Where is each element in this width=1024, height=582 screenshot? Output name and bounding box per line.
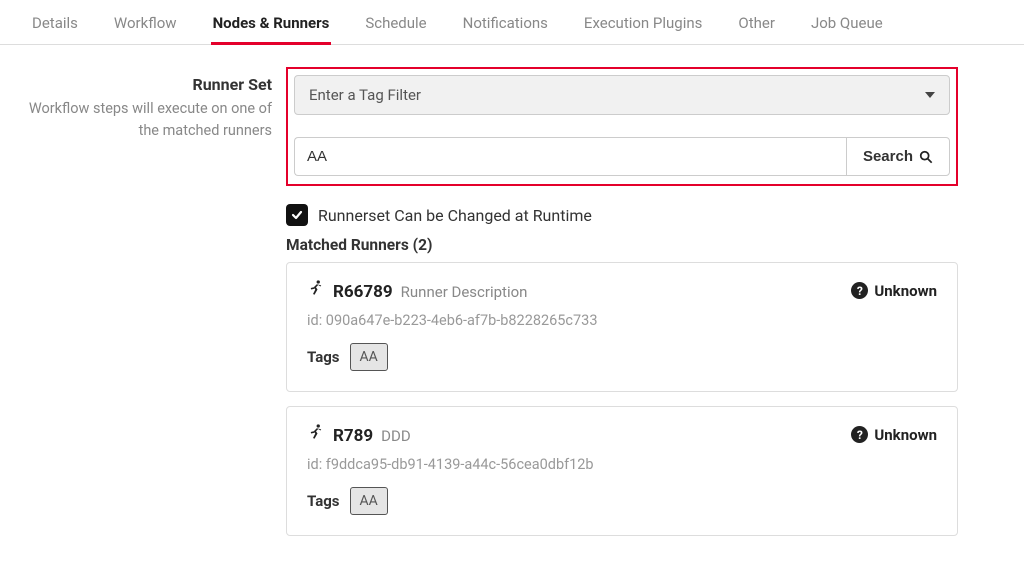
search-button[interactable]: Search [846, 137, 950, 176]
tag-filter-dropdown[interactable]: Enter a Tag Filter [294, 75, 950, 115]
runner-status-label: Unknown [874, 282, 937, 300]
matched-runners-heading: Matched Runners (2) [286, 236, 958, 254]
question-icon: ? [851, 426, 868, 443]
side-description: Runner Set Workflow steps will execute o… [10, 67, 272, 550]
chevron-down-icon [925, 92, 935, 98]
search-icon [919, 150, 933, 164]
tag-chip: AA [350, 343, 388, 371]
running-icon [307, 423, 325, 441]
runner-id: id: f9ddca95-db91-4139-a44c-56cea0dbf12b [307, 456, 937, 473]
search-button-label: Search [863, 148, 913, 165]
search-row: Search [294, 137, 950, 176]
runner-card: R789 DDD ? Unknown id: f9ddca95-db91-413… [286, 406, 958, 536]
tab-nodes-runners[interactable]: Nodes & Runners [211, 8, 332, 45]
tab-execution-plugins[interactable]: Execution Plugins [582, 8, 704, 45]
tab-notifications[interactable]: Notifications [461, 8, 550, 45]
tags-label: Tags [307, 492, 340, 510]
runtime-checkbox-row: Runnerset Can be Changed at Runtime [286, 204, 958, 226]
tab-schedule[interactable]: Schedule [363, 8, 428, 45]
checkmark-icon [291, 209, 303, 221]
tab-job-queue[interactable]: Job Queue [809, 8, 885, 45]
runner-set-subtext: Workflow steps will execute on one of th… [10, 98, 272, 142]
runner-status: ? Unknown [851, 282, 937, 300]
search-input[interactable] [294, 137, 846, 176]
runner-status-label: Unknown [874, 426, 937, 444]
content-area: Runner Set Workflow steps will execute o… [0, 45, 1024, 580]
runner-card: R66789 Runner Description ? Unknown id: … [286, 262, 958, 392]
filter-highlight-box: Enter a Tag Filter Search [286, 67, 958, 186]
question-icon: ? [851, 282, 868, 299]
runner-id: id: 090a647e-b223-4eb6-af7b-b8228265c733 [307, 312, 937, 329]
runtime-checkbox-label: Runnerset Can be Changed at Runtime [318, 206, 592, 225]
runner-name: R789 [333, 426, 373, 446]
tab-other[interactable]: Other [736, 8, 777, 45]
runner-set-heading: Runner Set [10, 75, 272, 94]
running-icon [307, 279, 325, 297]
right-column: Enter a Tag Filter Search [286, 67, 958, 550]
runner-description: DDD [381, 427, 411, 445]
runner-status: ? Unknown [851, 426, 937, 444]
tab-details[interactable]: Details [30, 8, 80, 45]
runner-tags-row: Tags AA [307, 343, 937, 371]
runtime-checkbox[interactable] [286, 204, 308, 226]
tag-chip: AA [350, 487, 388, 515]
runner-description: Runner Description [401, 283, 528, 301]
tabs-bar: Details Workflow Nodes & Runners Schedul… [0, 0, 1024, 45]
tab-workflow[interactable]: Workflow [112, 8, 179, 45]
tags-label: Tags [307, 348, 340, 366]
tag-filter-placeholder: Enter a Tag Filter [309, 86, 421, 104]
runner-name: R66789 [333, 282, 393, 302]
runner-tags-row: Tags AA [307, 487, 937, 515]
